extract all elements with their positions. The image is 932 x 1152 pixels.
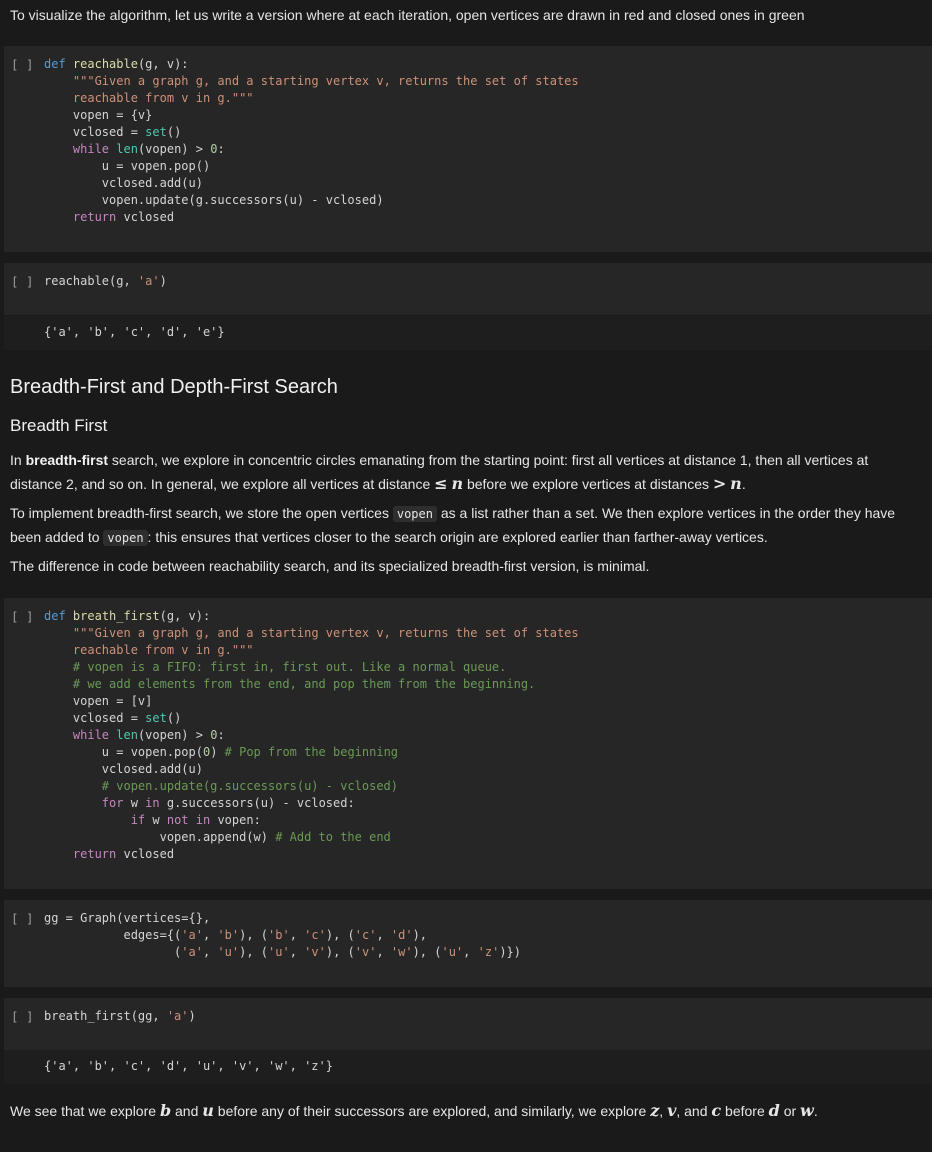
math-n: n (730, 474, 742, 493)
math-d: d (768, 1101, 780, 1120)
text: To implement breadth-first search, we st… (10, 505, 393, 521)
code-block[interactable]: breath_first(gg, 'a') (44, 1008, 196, 1025)
math-u: u (202, 1101, 214, 1120)
text: before any of their successors are explo… (213, 1103, 651, 1119)
text: We see that we explore (10, 1103, 160, 1119)
math-w: w (800, 1101, 814, 1120)
math-c: c (711, 1101, 722, 1120)
paragraph-breadth-first: In breadth-first search, we explore in c… (10, 449, 912, 496)
text: . (741, 476, 746, 492)
cell-output: {'a', 'b', 'c', 'd', 'u', 'v', 'w', 'z'} (4, 1050, 932, 1084)
text: : this ensures that vertices closer to t… (147, 529, 768, 545)
math-b: b (159, 1101, 172, 1120)
heading-bfs-dfs: Breadth-First and Depth-First Search (10, 376, 338, 398)
code-block[interactable]: reachable(g, 'a') (44, 273, 167, 290)
text: . (813, 1103, 818, 1119)
cell-run-bracket[interactable]: [ ] (11, 57, 34, 72)
code-cell-graph-def[interactable]: [ ] gg = Graph(vertices={}, edges={('a',… (4, 900, 932, 987)
text: , (659, 1103, 668, 1119)
text: , and (676, 1103, 712, 1119)
code-cell-reachable[interactable]: [ ] def reachable(g, v): """Given a grap… (4, 46, 932, 252)
paragraph-conclusion: We see that we explore b and u before an… (10, 1099, 912, 1123)
math-le: ≤ (434, 474, 448, 493)
cell-run-bracket[interactable]: [ ] (11, 1009, 34, 1024)
math-n: n (451, 474, 464, 493)
code-block[interactable]: gg = Graph(vertices={}, edges={('a', 'b'… (44, 910, 521, 961)
code-cell-breath-first-call[interactable]: [ ] breath_first(gg, 'a') (4, 998, 932, 1050)
output-text: {'a', 'b', 'c', 'd', 'u', 'v', 'w', 'z'} (44, 1059, 333, 1073)
text: In (10, 452, 26, 468)
text: before (721, 1103, 769, 1119)
intro-text: To visualize the algorithm, let us write… (10, 7, 805, 23)
text: or (779, 1103, 801, 1119)
math-v: v (667, 1101, 677, 1120)
cell-run-bracket[interactable]: [ ] (11, 274, 34, 289)
code-cell-reachable-call[interactable]: [ ] reachable(g, 'a') (4, 263, 932, 315)
code-block[interactable]: def breath_first(g, v): """Given a graph… (44, 608, 579, 863)
text: before we explore vertices at distances (463, 476, 713, 492)
paragraph-difference: The difference in code between reachabil… (10, 558, 650, 574)
inline-code: vopen (392, 506, 437, 522)
output-text: {'a', 'b', 'c', 'd', 'e'} (44, 325, 225, 339)
math-z: z (650, 1101, 660, 1120)
cell-run-bracket[interactable]: [ ] (11, 911, 34, 926)
cell-output: {'a', 'b', 'c', 'd', 'e'} (4, 316, 932, 350)
code-block[interactable]: def reachable(g, v): """Given a graph g,… (44, 56, 579, 226)
heading-breadth-first: Breadth First (10, 416, 108, 435)
code-cell-breath-first[interactable]: [ ] def breath_first(g, v): """Given a g… (4, 598, 932, 889)
text: and (171, 1103, 203, 1119)
cell-run-bracket[interactable]: [ ] (11, 609, 34, 624)
inline-code: vopen (103, 530, 148, 546)
bold-text: breadth-first (25, 452, 109, 468)
math-gt: > (712, 474, 727, 493)
paragraph-implementation: To implement breadth-first search, we st… (10, 502, 912, 550)
